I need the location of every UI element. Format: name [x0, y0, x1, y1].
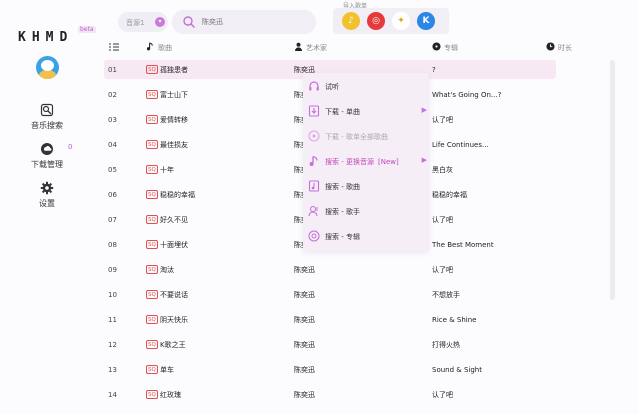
source-select-value: 音源1 — [126, 19, 145, 27]
migu-music-icon[interactable]: ✦ — [392, 12, 410, 30]
menu-item-preview[interactable]: 试听 — [303, 75, 429, 99]
sq-badge: SQ — [146, 390, 158, 399]
gear-icon — [40, 181, 54, 195]
app-logo: KHMD — [18, 30, 74, 45]
table-header: 歌曲 艺术家 专辑 时长 — [104, 40, 626, 56]
download-count-badge: 0 — [68, 143, 73, 151]
context-menu: 试听 下载 - 单曲 ▶ 下载 - 歌单全部歌曲 搜索 - 更换音源 [New] … — [303, 73, 429, 251]
sq-badge: SQ — [146, 365, 158, 374]
sq-badge: SQ — [146, 315, 158, 324]
music-search-icon — [40, 103, 54, 117]
menu-item-download-all[interactable]: 下载 - 歌单全部歌曲 — [303, 125, 429, 149]
clock-icon — [546, 42, 555, 51]
netease-music-icon[interactable]: ◎ — [367, 12, 385, 30]
table-row[interactable]: 10 SQ 不要说话 陈奕迅 不想放手 — [104, 285, 556, 304]
sq-badge: SQ — [146, 65, 158, 74]
column-header-artist[interactable]: 艺术家 — [294, 42, 327, 54]
scrollbar[interactable] — [610, 60, 615, 300]
music-file-icon — [308, 180, 320, 192]
table-row[interactable]: 11 SQ 阴天快乐 陈奕迅 Rice & Shine — [104, 310, 556, 329]
sq-badge: SQ — [146, 215, 158, 224]
sidebar-item-download-manager[interactable]: 下载管理 — [22, 142, 72, 170]
sidebar-item-music-search[interactable]: 音乐搜索 — [22, 103, 72, 131]
person-icon — [294, 42, 303, 51]
new-badge: [New] — [377, 158, 399, 166]
disc-icon — [432, 42, 441, 51]
sq-badge: SQ — [146, 265, 158, 274]
beta-badge: beta — [78, 26, 96, 33]
table-row[interactable]: 12 SQ K歌之王 陈奕迅 打得火热 — [104, 335, 556, 354]
singer-icon — [308, 205, 318, 217]
source-select[interactable]: 音源1 ▾ — [118, 12, 168, 32]
sq-badge: SQ — [146, 140, 158, 149]
column-header-duration[interactable]: 时长 — [546, 42, 572, 54]
download-file-icon — [308, 105, 320, 117]
music-note-icon — [309, 155, 318, 166]
sidebar-item-label: 设置 — [39, 199, 55, 208]
submenu-arrow-icon: ▶ — [421, 156, 427, 164]
sidebar: KHMD beta 音乐搜索 下载管理 0 设置 — [0, 0, 96, 414]
chevron-down-icon: ▾ — [155, 17, 165, 27]
qq-music-icon[interactable]: ♪ — [342, 12, 360, 30]
menu-item-search-album[interactable]: 搜索 - 专辑 — [303, 225, 429, 249]
album-icon — [308, 230, 320, 242]
menu-item-download-single[interactable]: 下载 - 单曲 ▶ — [303, 100, 429, 124]
import-playlist-panel: ♪ ◎ ✦ K — [333, 8, 449, 34]
avatar[interactable] — [36, 56, 59, 79]
sq-badge: SQ — [146, 165, 158, 174]
app-window: KHMD beta 音乐搜索 下载管理 0 设置 音源1 ▾ 导入歌单 ♪ ◎ … — [0, 0, 638, 414]
kugou-music-icon[interactable]: K — [417, 12, 435, 30]
sq-badge: SQ — [146, 340, 158, 349]
sq-badge: SQ — [146, 90, 158, 99]
column-header-song[interactable]: 歌曲 — [146, 42, 172, 54]
table-row[interactable]: 09 SQ 淘汰 陈奕迅 认了吧 — [104, 260, 556, 279]
sq-badge: SQ — [146, 115, 158, 124]
submenu-arrow-icon: ▶ — [421, 106, 427, 114]
menu-item-change-source[interactable]: 搜索 - 更换音源 [New] ▶ — [303, 150, 429, 174]
table-row[interactable]: 13 SQ 单车 陈奕迅 Sound & Sight — [104, 360, 556, 379]
search-box[interactable] — [172, 10, 316, 34]
table-row[interactable]: 14 SQ 红玫瑰 陈奕迅 认了吧 — [104, 385, 556, 404]
sq-badge: SQ — [146, 240, 158, 249]
menu-item-search-song[interactable]: 搜索 - 歌曲 — [303, 175, 429, 199]
search-input[interactable] — [202, 16, 302, 28]
sq-badge: SQ — [146, 190, 158, 199]
disc-icon — [308, 130, 320, 142]
music-note-icon — [146, 42, 153, 51]
menu-item-search-artist[interactable]: 搜索 - 歌手 — [303, 200, 429, 224]
sidebar-item-settings[interactable]: 设置 — [22, 181, 72, 209]
search-icon — [183, 16, 196, 29]
headphones-icon — [309, 81, 319, 91]
sort-list-icon[interactable] — [108, 42, 123, 54]
sidebar-item-label: 下载管理 — [31, 160, 63, 169]
sq-badge: SQ — [146, 290, 158, 299]
cloud-download-icon — [41, 143, 53, 155]
sidebar-item-label: 音乐搜索 — [31, 121, 63, 130]
column-header-album[interactable]: 专辑 — [432, 42, 458, 54]
